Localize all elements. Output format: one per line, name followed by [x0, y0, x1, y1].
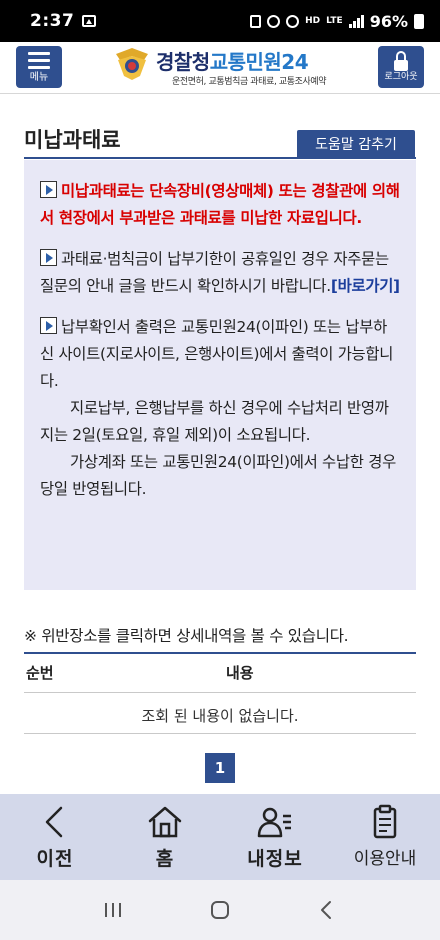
hotspot-icon	[286, 14, 300, 28]
user-profile-icon	[257, 807, 291, 838]
notice-paragraph-2: 과태료·범칙금이 납부기한이 공휴일인 경우 자주묻는질문의 안내 글을 반드시…	[40, 246, 400, 300]
notice-text-1: 미납과태료는 단속장비(영상매체) 또는 경찰관에 의해서 현장에서 부과받은 …	[40, 182, 400, 227]
status-time: 2:37	[30, 11, 75, 31]
faq-shortcut-link[interactable]: [바로가기]	[331, 277, 400, 295]
brand-logo[interactable]: 경찰청교통민원24 운전면허, 교통범칙금 과태료, 교통조사예약	[114, 44, 334, 90]
battery-icon	[414, 13, 424, 29]
sim-icon	[250, 14, 262, 28]
column-header-content: 내용	[226, 664, 254, 682]
pagination-current-page[interactable]: 1	[205, 753, 235, 783]
menu-label: 메뉴	[29, 72, 49, 83]
hide-help-button[interactable]: 도움말 감추기	[297, 130, 415, 158]
bullet-arrow-icon	[40, 181, 57, 198]
page-title: 미납과태료	[24, 128, 121, 152]
brand-subtitle: 운전면허, 교통범칙금 과태료, 교통조사예약	[172, 77, 327, 87]
table-top-border	[24, 652, 416, 654]
hamburger-icon	[28, 52, 50, 69]
home-circle-icon[interactable]	[209, 899, 231, 921]
nav-back-label: 이전	[36, 848, 74, 870]
brand-title: 경찰청교통민원24	[156, 46, 309, 75]
title-divider	[24, 157, 416, 159]
menu-button[interactable]: 메뉴	[16, 46, 62, 88]
table-header-divider	[24, 692, 416, 693]
status-bar: 2:37 HD LTE 96%	[0, 0, 440, 42]
nav-guide-label: 이용안내	[353, 849, 417, 869]
notice-box: 미납과태료는 단속장비(영상매체) 또는 경찰관에 의해서 현장에서 부과받은 …	[24, 160, 416, 590]
nav-home-label: 홈	[155, 848, 175, 870]
status-icons: HD LTE 96%	[250, 12, 424, 31]
column-header-number: 순번	[26, 664, 54, 682]
logout-label: 로그아웃	[384, 72, 418, 82]
network-hd-label: HD	[305, 15, 321, 26]
gallery-notification-icon	[82, 15, 97, 27]
brand-police: 경찰청	[156, 50, 210, 74]
notice-text-3b: 지로납부, 은행납부를 하신 경우에 수납처리 반영까지는 2일(토요일, 휴일…	[40, 399, 389, 444]
signal-icon	[348, 14, 364, 28]
nav-my-info-button[interactable]: 내정보	[220, 794, 330, 880]
recent-apps-icon[interactable]	[102, 899, 124, 921]
system-navigation-bar	[0, 880, 440, 940]
back-arrow-icon[interactable]	[316, 899, 338, 921]
notice-paragraph-1: 미납과태료는 단속장비(영상매체) 또는 경찰관에 의해서 현장에서 부과받은 …	[40, 178, 400, 232]
battery-percent: 96%	[369, 11, 408, 31]
clipboard-icon	[373, 804, 397, 839]
notice-text-3: 납부확인서 출력은 교통민원24(이파인) 또는 납부하신 사이트(지로사이트,…	[40, 318, 394, 390]
table-info-text: ※ 위반장소를 클릭하면 상세내역을 볼 수 있습니다.	[24, 627, 349, 645]
lock-icon	[394, 51, 408, 71]
brand-service: 교통민원24	[209, 50, 309, 74]
bullet-arrow-icon	[40, 317, 57, 334]
table-bottom-border	[24, 733, 416, 734]
bullet-arrow-icon	[40, 249, 57, 266]
nav-my-info-label: 내정보	[247, 848, 303, 870]
notice-text-3c: 가상계좌 또는 교통민원24(이파인)에서 수납한 경우 당일 반영됩니다.	[40, 453, 396, 498]
app-header: 메뉴 경찰청교통민원24 운전면허, 교통범칙금 과태료, 교통조사예약 로그아…	[0, 42, 440, 94]
police-emblem-icon	[116, 48, 148, 80]
nav-home-button[interactable]: 홈	[110, 794, 220, 880]
alarm-icon	[267, 14, 281, 28]
nav-back-button[interactable]: 이전	[0, 794, 110, 880]
nav-guide-button[interactable]: 이용안내	[330, 794, 440, 880]
home-icon	[148, 806, 182, 838]
notice-paragraph-3: 납부확인서 출력은 교통민원24(이파인) 또는 납부하신 사이트(지로사이트,…	[40, 314, 400, 503]
empty-result-message: 조회 된 내용이 없습니다.	[141, 707, 299, 725]
bottom-navigation: 이전 홈 내정보 이용안내	[0, 794, 440, 880]
chevron-left-icon	[45, 806, 63, 838]
network-lte-label: LTE	[326, 15, 343, 26]
logout-button[interactable]: 로그아웃	[378, 46, 424, 88]
